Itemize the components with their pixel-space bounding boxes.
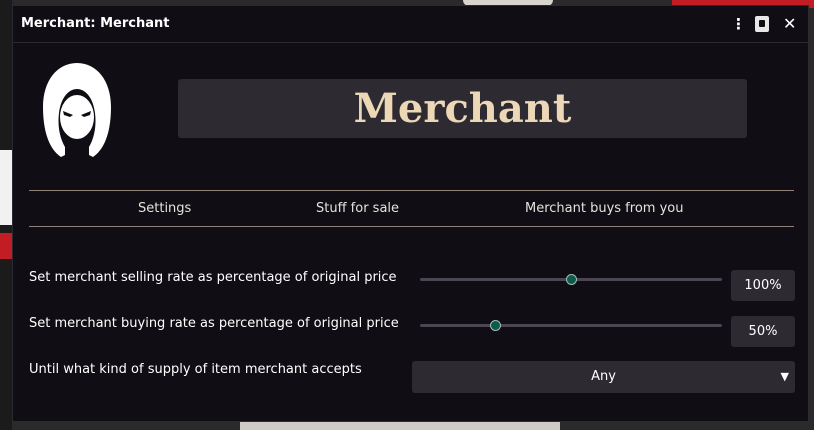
hooded-figure-avatar <box>43 63 111 157</box>
background-left-button <box>0 233 12 259</box>
selling-rate-slider-thumb[interactable] <box>565 274 577 285</box>
tabs-bottom-divider <box>29 226 794 227</box>
tab-settings[interactable]: Settings <box>138 201 191 216</box>
supply-label: Until what kind of supply of item mercha… <box>29 362 362 377</box>
close-icon[interactable]: ✕ <box>783 14 796 34</box>
merchant-window: Merchant: Merchant ⋮ ✕ Merchant Settings… <box>12 5 809 422</box>
tab-stuff-for-sale[interactable]: Stuff for sale <box>316 201 399 216</box>
buying-rate-slider[interactable] <box>420 324 722 327</box>
sheet-icon[interactable] <box>755 16 769 32</box>
buying-rate-slider-thumb[interactable] <box>490 320 501 331</box>
merchant-name: Merchant <box>353 85 572 132</box>
window-titlebar[interactable]: Merchant: Merchant ⋮ ✕ <box>13 6 808 43</box>
background-left-panel <box>0 150 12 225</box>
tabs-top-divider <box>29 190 794 191</box>
chevron-down-icon: ▼ <box>780 370 789 383</box>
selling-rate-value[interactable]: 100% <box>731 270 795 301</box>
selling-rate-label: Set merchant selling rate as percentage … <box>29 270 397 285</box>
tab-merchant-buys[interactable]: Merchant buys from you <box>525 201 683 216</box>
supply-select[interactable]: Any ▼ <box>412 361 795 393</box>
kebab-menu-icon[interactable]: ⋮ <box>731 14 746 34</box>
window-title: Merchant: Merchant <box>21 16 170 31</box>
supply-selected-value: Any <box>591 369 616 384</box>
merchant-name-banner: Merchant <box>178 79 747 138</box>
buying-rate-value[interactable]: 50% <box>731 316 795 347</box>
buying-rate-label: Set merchant buying rate as percentage o… <box>29 316 399 331</box>
